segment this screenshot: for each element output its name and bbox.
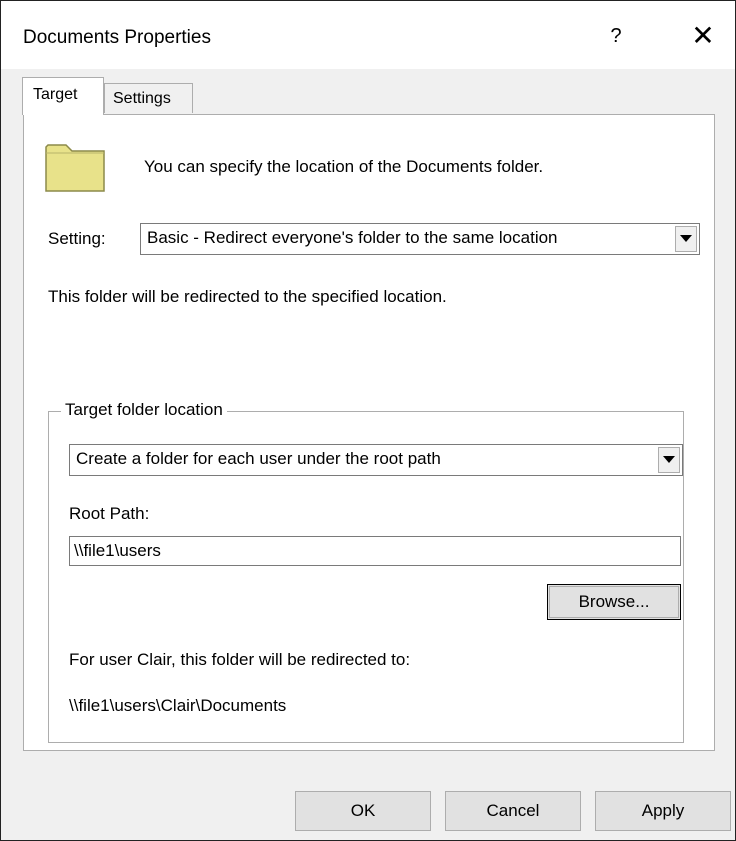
target-tab-panel: You can specify the location of the Docu…: [23, 114, 715, 751]
target-folder-group: Target folder location Create a folder f…: [48, 400, 684, 743]
target-location-value: Create a folder for each user under the …: [76, 449, 441, 468]
chevron-down-icon[interactable]: [675, 226, 697, 252]
chevron-down-icon[interactable]: [658, 447, 680, 473]
setting-label: Setting:: [48, 229, 106, 248]
folder-icon: [45, 144, 105, 192]
dialog-title: Documents Properties: [23, 27, 211, 48]
user-redirect-text: For user Clair, this folder will be redi…: [69, 650, 411, 669]
help-button[interactable]: ?: [601, 21, 631, 51]
close-button[interactable]: ✕: [685, 19, 721, 53]
tab-settings[interactable]: Settings: [104, 83, 193, 113]
title-bar: Documents Properties ? ✕: [1, 1, 735, 69]
group-legend: Target folder location: [61, 400, 227, 420]
setting-dropdown-value: Basic - Redirect everyone's folder to th…: [147, 228, 558, 247]
info-text: You can specify the location of the Docu…: [144, 157, 544, 176]
browse-button[interactable]: Browse...: [547, 584, 681, 620]
cancel-button[interactable]: Cancel: [445, 791, 581, 831]
tab-target[interactable]: Target: [22, 77, 104, 115]
resolved-path: \\file1\users\Clair\Documents: [69, 696, 287, 715]
root-path-label: Root Path:: [69, 504, 150, 523]
redirect-description: This folder will be redirected to the sp…: [48, 287, 447, 306]
target-location-dropdown[interactable]: Create a folder for each user under the …: [69, 444, 683, 476]
properties-dialog: Documents Properties ? ✕ Target Settings…: [0, 0, 736, 841]
apply-button[interactable]: Apply: [595, 791, 731, 831]
root-path-input[interactable]: [69, 536, 681, 566]
setting-dropdown[interactable]: Basic - Redirect everyone's folder to th…: [140, 223, 700, 255]
ok-button[interactable]: OK: [295, 791, 431, 831]
